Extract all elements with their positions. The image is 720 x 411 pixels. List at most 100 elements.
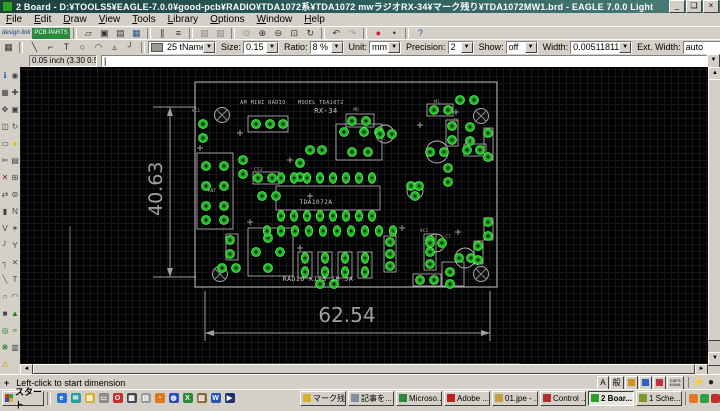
ime-opt-icon[interactable]: ● — [708, 377, 714, 388]
menu-draw[interactable]: Draw — [57, 14, 92, 25]
horizontal-scrollbar[interactable]: ◄ ► — [20, 364, 708, 376]
errors-icon[interactable]: ⚠ — [0, 356, 10, 373]
layer-select[interactable]: 25 tNames▼ — [148, 40, 216, 54]
show-select[interactable]: off ▼ — [505, 40, 538, 54]
arc-tool-icon[interactable]: ◠ — [10, 288, 20, 305]
close-button[interactable]: × — [703, 0, 719, 13]
ime-conversion-mode[interactable]: 般 — [609, 375, 624, 390]
word-icon[interactable]: W — [209, 392, 222, 404]
mirror-icon[interactable]: ◫ — [0, 118, 10, 135]
name-icon[interactable]: N — [10, 203, 20, 220]
via-icon[interactable]: ◎ — [0, 322, 10, 339]
arc-icon[interactable]: ◠ — [91, 41, 106, 53]
taskbar-task[interactable]: Microso... — [396, 390, 442, 406]
firefox-icon[interactable]: ◔ — [153, 392, 166, 404]
folder-chart-icon[interactable]: ▨ — [83, 392, 96, 404]
image1-icon[interactable]: ▧ — [196, 27, 212, 39]
bend-icon[interactable]: ⌐ — [43, 41, 58, 53]
image-icon[interactable]: ▧ — [195, 392, 208, 404]
wire-tool-icon[interactable]: ╲ — [0, 271, 10, 288]
group-icon[interactable]: ▭ — [0, 135, 10, 152]
scroll-down-icon[interactable]: ▼ — [708, 352, 720, 366]
media-icon[interactable]: ▶ — [223, 392, 236, 404]
restore-button[interactable]: ❏ — [686, 0, 702, 13]
msn-icon[interactable]: ◍ — [167, 392, 180, 404]
command-input[interactable]: | — [101, 54, 707, 67]
show-icon[interactable]: ◉ — [10, 67, 20, 84]
text-icon[interactable]: T — [59, 41, 74, 53]
smash-icon[interactable]: ✶ — [10, 220, 20, 237]
ime-pad-icon[interactable] — [652, 375, 666, 390]
unit-select[interactable]: mm ▼ — [369, 40, 402, 54]
wire-icon[interactable]: ╲ — [27, 41, 42, 53]
value-icon[interactable]: V — [0, 220, 10, 237]
change-icon[interactable]: ● — [10, 135, 20, 152]
polygon-tool-icon[interactable]: ▲ — [10, 305, 20, 322]
mail-icon[interactable]: ✉ — [69, 392, 82, 404]
help-icon[interactable]: ? — [412, 27, 428, 39]
precision-select[interactable]: 2 ▼ — [447, 40, 474, 54]
add-icon[interactable]: ⊞ — [10, 169, 20, 186]
undo-icon[interactable]: ↶ — [328, 27, 344, 39]
pinswap-icon[interactable]: ⇄ — [0, 186, 10, 203]
vertical-scroll-thumb[interactable] — [708, 79, 720, 341]
menu-tools[interactable]: Tools — [126, 14, 161, 25]
zoom-fit-icon[interactable]: ⊡ — [286, 27, 302, 39]
circle-icon[interactable]: ○ — [75, 41, 90, 53]
menu-help[interactable]: Help — [298, 14, 331, 25]
polygon-icon[interactable]: ▵ — [107, 41, 122, 53]
start-button[interactable]: スタート — [2, 387, 44, 410]
ime-dict-icon[interactable] — [638, 375, 652, 390]
circle-tool-icon[interactable]: ○ — [0, 288, 10, 305]
route-icon[interactable]: ┐ — [0, 254, 10, 271]
menu-view[interactable]: View — [93, 14, 127, 25]
vertical-scrollbar[interactable]: ▲ ▼ — [708, 67, 720, 366]
drc-icon[interactable] — [10, 356, 20, 373]
ext-width-select[interactable]: auto▼ — [682, 40, 720, 54]
signal-icon[interactable]: ≈ — [10, 322, 20, 339]
print-icon[interactable]: ▤ — [112, 27, 128, 39]
ime-pen-icon[interactable] — [624, 375, 638, 390]
width-select[interactable]: 0.00511811 ▼ — [570, 40, 633, 54]
board-canvas[interactable]: 40.63 62.54 AM MINI RADIO MODEL TDA1072 RX-3… — [20, 67, 708, 365]
stop-icon[interactable]: ● — [370, 27, 386, 39]
ratsnest-icon[interactable]: ❋ — [0, 339, 10, 356]
excel-icon[interactable]: X — [181, 392, 194, 404]
pin-icon[interactable]: ∥ — [154, 27, 170, 39]
zoom-select-icon[interactable]: ⊙ — [238, 27, 254, 39]
rect-icon[interactable]: ■ — [0, 305, 10, 322]
delete-icon[interactable]: ✕ — [0, 169, 10, 186]
menu-library[interactable]: Library — [162, 14, 205, 25]
ime-caps-kana[interactable]: CAPS KANA — [666, 375, 684, 390]
opera-icon[interactable]: O — [111, 392, 124, 404]
pcbparts-logo[interactable]: PCB PARTS — [32, 27, 70, 39]
ratio-select[interactable]: 8 % ▼ — [309, 40, 344, 54]
zoom-redraw-icon[interactable]: ↻ — [302, 27, 318, 39]
taskbar-task[interactable]: 1 Sche... — [636, 390, 682, 406]
designlink-logo[interactable]: design link — [0, 28, 32, 39]
cut-icon[interactable]: ✂ — [0, 152, 10, 169]
horizontal-scroll-thumb[interactable] — [33, 364, 695, 374]
rotate-icon[interactable]: ↻ — [10, 118, 20, 135]
ie-icon[interactable]: e — [55, 392, 68, 404]
monitor-icon[interactable]: ▦ — [125, 392, 138, 404]
move-icon[interactable]: ✥ — [0, 101, 10, 118]
copy-icon[interactable]: ▣ — [10, 101, 20, 118]
taskbar-task[interactable]: 2 Boar... — [588, 390, 634, 406]
printer-icon[interactable]: ▤ — [139, 392, 152, 404]
lock-icon[interactable]: ▮ — [0, 203, 10, 220]
menu-window[interactable]: Window — [251, 14, 299, 25]
menu-edit[interactable]: Edit — [28, 14, 57, 25]
size-select[interactable]: 0.15 ▼ — [243, 40, 280, 54]
menu-file[interactable]: File — [0, 14, 28, 25]
ripup-icon[interactable]: ⨯ — [10, 254, 20, 271]
replace-icon[interactable]: ⊜ — [10, 186, 20, 203]
menu-options[interactable]: Options — [204, 14, 250, 25]
taskbar-task[interactable]: 記事を... — [348, 390, 394, 406]
taskbar-task[interactable]: Control ... — [540, 390, 586, 406]
open-icon[interactable]: ▱ — [80, 27, 96, 39]
taskbar-task[interactable]: Adobe ... — [444, 390, 490, 406]
image2-icon[interactable]: ▨ — [212, 27, 228, 39]
zoom-out-icon[interactable]: ⊖ — [270, 27, 286, 39]
paste-icon[interactable]: ▤ — [10, 152, 20, 169]
